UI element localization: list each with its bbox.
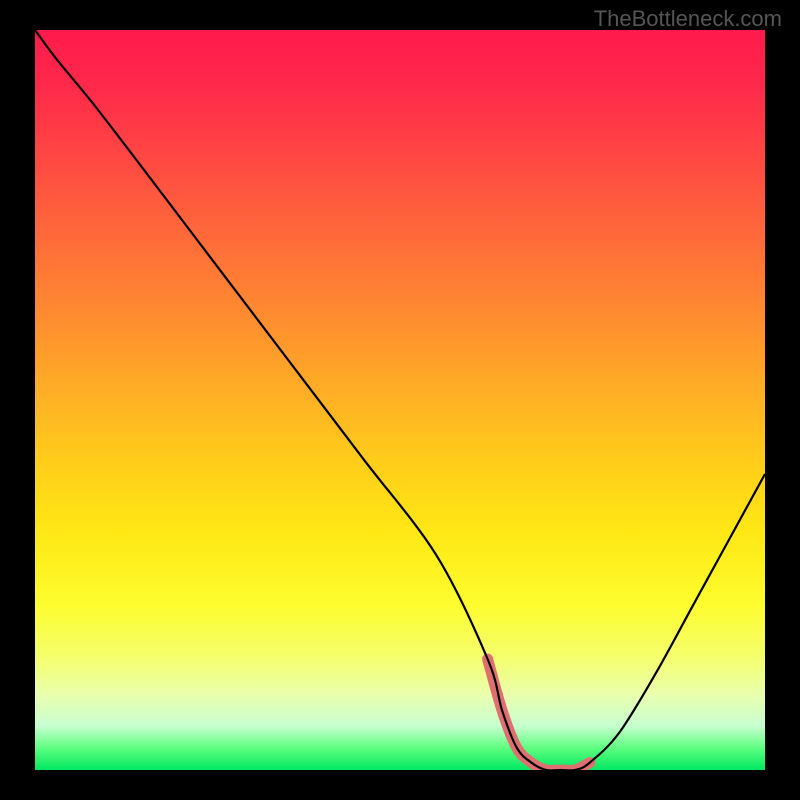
chart-svg	[35, 30, 765, 770]
data-curve	[35, 30, 765, 770]
chart-plot-area	[35, 30, 765, 770]
watermark-text: TheBottleneck.com	[594, 6, 782, 32]
